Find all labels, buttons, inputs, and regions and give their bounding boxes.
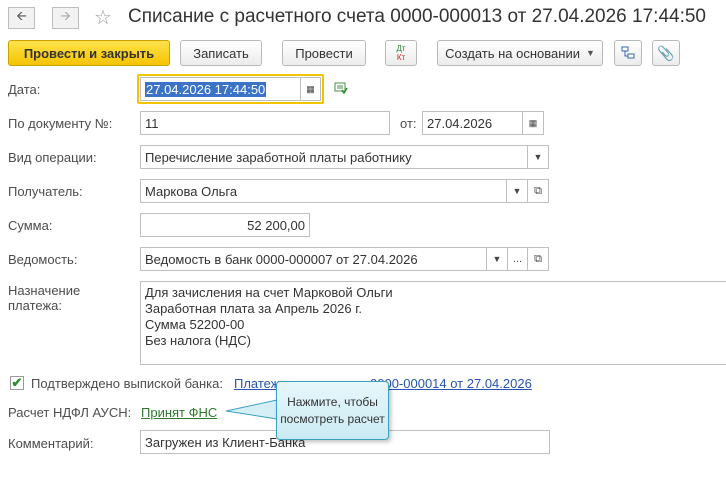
- operation-label: Вид операции:: [8, 150, 97, 165]
- create-based-on-button[interactable]: Создать на основании ▼: [437, 40, 603, 66]
- date-calendar-button[interactable]: ▦: [300, 77, 321, 101]
- payment-link-end[interactable]: 0000-000014 от 27.04.2026: [370, 376, 532, 391]
- date-value: 27.04.2026 17:44:50: [145, 81, 267, 97]
- dt-label: Дт: [396, 44, 406, 53]
- open-icon: ⧉: [534, 184, 542, 197]
- structure-icon: [621, 46, 635, 59]
- create-based-label: Создать на основании: [445, 45, 580, 61]
- payment-link-start[interactable]: Платеж: [234, 376, 279, 391]
- dtkt-button[interactable]: Дт Кт: [385, 40, 417, 66]
- arrow-right-icon: 🡪: [60, 8, 71, 23]
- document-status-icon[interactable]: [334, 82, 348, 95]
- recipient-label: Получатель:: [8, 184, 83, 199]
- window-title: Списание с расчетного счета 0000-000013 …: [128, 6, 706, 27]
- post-and-close-button[interactable]: Провести и закрыть: [8, 40, 170, 66]
- back-button[interactable]: 🡨: [8, 7, 35, 29]
- purpose-label: Назначение платежа:: [8, 283, 80, 313]
- confirmed-label: Подтверждено выпиской банка:: [31, 376, 223, 391]
- purpose-textarea[interactable]: Для зачисления на счет Марковой Ольги За…: [140, 281, 726, 365]
- statement-open-button[interactable]: ⧉: [527, 247, 549, 271]
- recipient-dropdown-button[interactable]: ▼: [506, 179, 528, 203]
- amount-label: Сумма:: [8, 218, 53, 233]
- comment-label: Комментарий:: [8, 436, 94, 451]
- operation-select[interactable]: Перечисление заработной платы работнику: [140, 145, 528, 169]
- ndfl-status-link[interactable]: Принят ФНС: [141, 405, 217, 420]
- calendar-icon: ▦: [306, 83, 315, 94]
- recipient-input[interactable]: Маркова Ольга: [140, 179, 507, 203]
- operation-dropdown-button[interactable]: ▼: [527, 145, 549, 169]
- checkmark-icon: ✔: [11, 375, 23, 390]
- attach-button[interactable]: 📎: [652, 40, 680, 66]
- purpose-line: Без налога (НДС): [145, 333, 251, 348]
- recipient-open-button[interactable]: ⧉: [527, 179, 549, 203]
- ndfl-label: Расчет НДФЛ АУСН:: [8, 405, 132, 420]
- structure-button[interactable]: [614, 40, 642, 66]
- date-input[interactable]: 27.04.2026 17:44:50: [140, 77, 302, 101]
- kt-label: Кт: [396, 53, 406, 62]
- arrow-left-icon: 🡨: [16, 8, 27, 23]
- chevron-down-icon: ▼: [512, 186, 522, 196]
- forward-button[interactable]: 🡪: [52, 7, 79, 29]
- tooltip-pointer: [226, 399, 278, 420]
- tooltip: Нажмите, чтобы посмотреть расчет: [276, 381, 389, 440]
- date-label: Дата:: [8, 82, 41, 97]
- chevron-down-icon: ▼: [585, 48, 595, 58]
- statement-label: Ведомость:: [8, 252, 78, 267]
- chevron-down-icon: ▼: [492, 254, 502, 264]
- purpose-line: Для зачисления на счет Марковой Ольги: [145, 285, 393, 300]
- doc-number-input[interactable]: 11: [140, 111, 390, 135]
- doc-date-label: от:: [400, 116, 417, 131]
- open-icon: ⧉: [534, 252, 542, 265]
- tooltip-line1: Нажмите, чтобы: [287, 394, 378, 409]
- purpose-label-line1: Назначение: [8, 283, 81, 298]
- paperclip-icon: 📎: [657, 44, 675, 61]
- amount-input[interactable]: 52 200,00: [140, 213, 310, 237]
- statement-dropdown-button[interactable]: ▼: [486, 247, 508, 271]
- purpose-line: Заработная плата за Апрель 2026 г.: [145, 301, 362, 316]
- save-button[interactable]: Записать: [180, 40, 262, 66]
- doc-date-calendar-button[interactable]: ▦: [522, 111, 544, 135]
- chevron-down-icon: ▼: [533, 152, 543, 162]
- calendar-icon: ▦: [528, 117, 538, 128]
- tooltip-line2: посмотреть расчет: [280, 411, 385, 426]
- doc-number-label: По документу №:: [8, 116, 113, 131]
- purpose-label-line2: платежа:: [8, 298, 62, 313]
- statement-select-button[interactable]: ...: [507, 247, 528, 271]
- confirmed-checkbox[interactable]: ✔: [10, 376, 24, 390]
- post-button[interactable]: Провести: [282, 40, 366, 66]
- star-icon[interactable]: ☆: [94, 5, 112, 30]
- doc-date-input[interactable]: 27.04.2026: [422, 111, 524, 135]
- purpose-line: Сумма 52200-00: [145, 317, 245, 332]
- statement-input[interactable]: Ведомость в банк 0000-000007 от 27.04.20…: [140, 247, 487, 271]
